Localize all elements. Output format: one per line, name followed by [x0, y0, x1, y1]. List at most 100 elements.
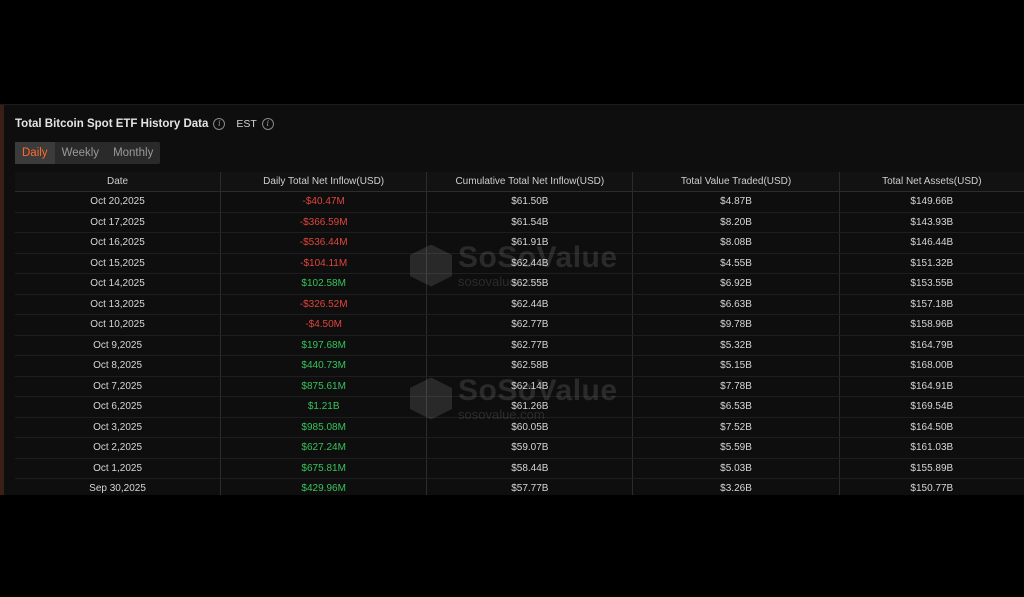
row-net-assets-cell: $149.66B [839, 191, 1024, 213]
row-value-traded-cell: $7.78B [632, 376, 840, 397]
row-date-cell: Oct 15,2025 [15, 253, 222, 274]
row-daily-net-inflow-cell: $1.21B [220, 396, 428, 418]
column-header-date[interactable]: Date [15, 172, 222, 192]
row-daily-net-inflow-cell: -$366.59M [220, 212, 428, 233]
row-cumulative-net-inflow-cell: $62.44B [426, 253, 634, 274]
page-title: Total Bitcoin Spot ETF History Data [15, 118, 209, 130]
row-value-traded-cell: $8.20B [632, 212, 840, 233]
row-cumulative-net-inflow-cell: $60.05B [426, 417, 634, 438]
row-cumulative-net-inflow-cell: $62.58B [426, 355, 634, 377]
column-header-cumulative-net-inflow[interactable]: Cumulative Total Net Inflow(USD) [426, 172, 634, 192]
row-net-assets-cell: $164.79B [839, 335, 1024, 356]
row-daily-net-inflow-cell: $197.68M [220, 335, 428, 356]
period-tabs: Daily Weekly Monthly [15, 142, 161, 164]
row-cumulative-net-inflow-cell: $61.26B [426, 396, 634, 418]
row-value-traded-cell: $7.52B [632, 417, 840, 438]
row-value-traded-cell: $6.53B [632, 396, 840, 418]
table-row[interactable]: Oct 16,2025 -$536.44M $61.91B $8.08B $146.44… [15, 232, 1024, 254]
row-cumulative-net-inflow-cell: $62.55B [426, 273, 634, 295]
row-daily-net-inflow-cell: -$536.44M [220, 232, 428, 254]
row-cumulative-net-inflow-cell: $57.77B [426, 478, 634, 495]
row-value-traded-cell: $6.92B [632, 273, 840, 295]
info-icon[interactable]: i [213, 118, 226, 130]
table-row[interactable]: Oct 13,2025 -$326.52M $62.44B $6.63B $157.18… [15, 294, 1024, 315]
row-date-cell: Oct 10,2025 [15, 314, 222, 336]
row-date-cell: Oct 13,2025 [15, 294, 222, 315]
row-net-assets-cell: $161.03B [839, 437, 1024, 459]
panel-accent-bar [0, 105, 4, 495]
row-cumulative-net-inflow-cell: $62.14B [426, 376, 634, 397]
tab-daily[interactable]: Daily [15, 142, 55, 164]
row-daily-net-inflow-cell: $875.61M [220, 376, 428, 397]
tab-monthly[interactable]: Monthly [106, 142, 160, 164]
table-row[interactable]: Oct 1,2025 $675.81M $58.44B $5.03B $155.89B [15, 458, 1024, 479]
row-value-traded-cell: $6.63B [632, 294, 840, 315]
row-date-cell: Oct 16,2025 [15, 232, 222, 254]
row-cumulative-net-inflow-cell: $58.44B [426, 458, 634, 479]
etf-history-panel: Total Bitcoin Spot ETF History Data i ES… [0, 104, 1024, 495]
table-row[interactable]: Oct 8,2025 $440.73M $62.58B $5.15B $168.00B [15, 355, 1024, 377]
row-daily-net-inflow-cell: -$4.50M [220, 314, 428, 336]
row-daily-net-inflow-cell: -$40.47M [220, 191, 428, 213]
table-row[interactable]: Oct 3,2025 $985.08M $60.05B $7.52B $164.50B [15, 417, 1024, 438]
history-table: Date Daily Total Net Inflow(USD) Cumulat… [15, 172, 1024, 495]
row-net-assets-cell: $164.91B [839, 376, 1024, 397]
row-date-cell: Oct 8,2025 [15, 355, 222, 377]
row-value-traded-cell: $5.59B [632, 437, 840, 459]
row-daily-net-inflow-cell: $627.24M [220, 437, 428, 459]
row-value-traded-cell: $3.26B [632, 478, 840, 495]
column-header-net-assets[interactable]: Total Net Assets(USD) [839, 172, 1024, 192]
column-header-value-traded[interactable]: Total Value Traded(USD) [632, 172, 840, 192]
tab-weekly[interactable]: Weekly [55, 142, 107, 164]
row-net-assets-cell: $146.44B [839, 232, 1024, 254]
row-cumulative-net-inflow-cell: $61.54B [426, 212, 634, 233]
table-row[interactable]: Oct 9,2025 $197.68M $62.77B $5.32B $164.79B [15, 335, 1024, 356]
row-net-assets-cell: $143.93B [839, 212, 1024, 233]
row-date-cell: Oct 7,2025 [15, 376, 222, 397]
row-cumulative-net-inflow-cell: $62.77B [426, 335, 634, 356]
table-row[interactable]: Oct 15,2025 -$104.11M $62.44B $4.55B $151.32… [15, 253, 1024, 274]
row-net-assets-cell: $164.50B [839, 417, 1024, 438]
row-date-cell: Sep 30,2025 [15, 478, 222, 495]
table-body: Oct 20,2025 -$40.47M $61.50B $4.87B $149.66B… [15, 191, 1024, 495]
row-date-cell: Oct 2,2025 [15, 437, 222, 459]
row-daily-net-inflow-cell: -$326.52M [220, 294, 428, 315]
row-net-assets-cell: $169.54B [839, 396, 1024, 418]
table-row[interactable]: Oct 14,2025 $102.58M $62.55B $6.92B $153.55B [15, 273, 1024, 295]
row-value-traded-cell: $9.78B [632, 314, 840, 336]
row-date-cell: Oct 6,2025 [15, 396, 222, 418]
row-cumulative-net-inflow-cell: $61.50B [426, 191, 634, 213]
row-value-traded-cell: $5.03B [632, 458, 840, 479]
row-date-cell: Oct 9,2025 [15, 335, 222, 356]
row-value-traded-cell: $8.08B [632, 232, 840, 254]
table-row[interactable]: Oct 2,2025 $627.24M $59.07B $5.59B $161.03B [15, 437, 1024, 459]
row-date-cell: Oct 20,2025 [15, 191, 222, 213]
table-row[interactable]: Oct 20,2025 -$40.47M $61.50B $4.87B $149.66B [15, 191, 1024, 213]
row-value-traded-cell: $4.55B [632, 253, 840, 274]
row-cumulative-net-inflow-cell: $62.44B [426, 294, 634, 315]
row-date-cell: Oct 1,2025 [15, 458, 222, 479]
row-daily-net-inflow-cell: $440.73M [220, 355, 428, 377]
table-row[interactable]: Oct 10,2025 -$4.50M $62.77B $9.78B $158.96B [15, 314, 1024, 336]
row-daily-net-inflow-cell: $102.58M [220, 273, 428, 295]
row-cumulative-net-inflow-cell: $62.77B [426, 314, 634, 336]
row-net-assets-cell: $150.77B [839, 478, 1024, 495]
table-row[interactable]: Oct 6,2025 $1.21B $61.26B $6.53B $169.54B [15, 396, 1024, 418]
panel-header: Total Bitcoin Spot ETF History Data i ES… [15, 115, 274, 133]
row-value-traded-cell: $5.32B [632, 335, 840, 356]
row-cumulative-net-inflow-cell: $59.07B [426, 437, 634, 459]
table-row[interactable]: Sep 30,2025 $429.96M $57.77B $3.26B $150.77B [15, 478, 1024, 495]
row-net-assets-cell: $168.00B [839, 355, 1024, 377]
row-net-assets-cell: $157.18B [839, 294, 1024, 315]
row-date-cell: Oct 17,2025 [15, 212, 222, 233]
row-value-traded-cell: $4.87B [632, 191, 840, 213]
column-header-daily-net-inflow[interactable]: Daily Total Net Inflow(USD) [220, 172, 428, 192]
row-date-cell: Oct 3,2025 [15, 417, 222, 438]
row-net-assets-cell: $151.32B [839, 253, 1024, 274]
table-header-row: Date Daily Total Net Inflow(USD) Cumulat… [15, 172, 1024, 192]
row-cumulative-net-inflow-cell: $61.91B [426, 232, 634, 254]
table-row[interactable]: Oct 7,2025 $875.61M $62.14B $7.78B $164.91B [15, 376, 1024, 397]
row-date-cell: Oct 14,2025 [15, 273, 222, 295]
timezone-info-icon[interactable]: i [261, 118, 274, 130]
table-row[interactable]: Oct 17,2025 -$366.59M $61.54B $8.20B $143.93… [15, 212, 1024, 233]
